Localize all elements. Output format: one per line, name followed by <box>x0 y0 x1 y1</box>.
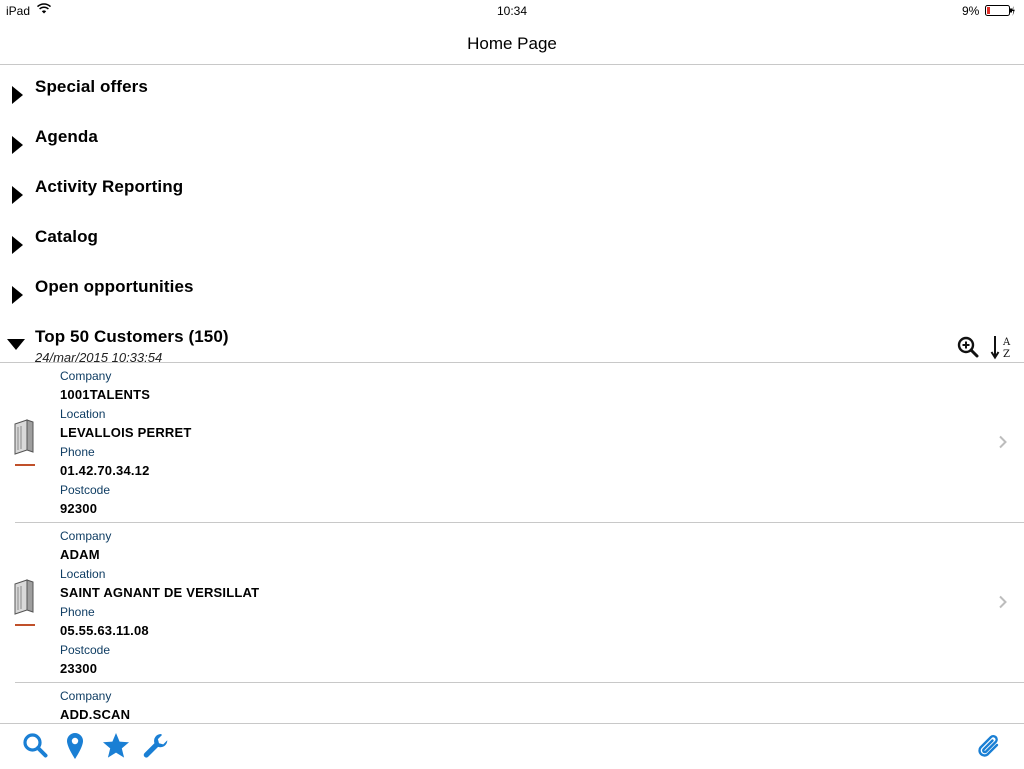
battery-percent: 9% <box>962 4 980 18</box>
phone-value: 01.42.70.34.12 <box>60 463 150 478</box>
section-agenda[interactable]: Agenda <box>0 122 1024 172</box>
phone-value: 05.55.63.11.08 <box>60 623 149 638</box>
navigation-bar: Home Page <box>0 22 1024 65</box>
location-value: LEVALLOIS PERRET <box>60 425 192 440</box>
expand-arrow-icon <box>12 86 23 104</box>
customer-fields: Company ADD.SCAN <box>60 689 130 723</box>
section-label: Activity Reporting <box>35 177 184 196</box>
thumb-underline <box>15 464 35 466</box>
section-open-opportunities[interactable]: Open opportunities <box>0 272 1024 322</box>
location-label: Location <box>60 407 106 421</box>
customer-fields: Company 1001TALENTS Location LEVALLOIS P… <box>60 369 192 521</box>
postcode-label: Postcode <box>60 643 111 657</box>
expand-arrow-icon <box>12 186 23 204</box>
phone-label: Phone <box>60 445 95 459</box>
company-value: ADAM <box>60 547 100 562</box>
section-top-customers[interactable]: Top 50 Customers (150) 24/mar/2015 10:33… <box>0 322 1024 365</box>
location-label: Location <box>60 567 106 581</box>
expand-arrow-icon <box>12 286 23 304</box>
company-value: 1001TALENTS <box>60 387 151 402</box>
section-label: Catalog <box>35 227 99 246</box>
collapse-arrow-icon <box>7 339 25 350</box>
postcode-value: 23300 <box>60 661 98 676</box>
section-activity-reporting[interactable]: Activity Reporting <box>0 172 1024 222</box>
battery-icon <box>985 5 1015 20</box>
section-label: Agenda <box>35 127 98 146</box>
page-title: Home Page <box>467 34 557 53</box>
company-label: Company <box>60 689 112 703</box>
star-icon[interactable] <box>102 732 130 764</box>
section-catalog[interactable]: Catalog <box>0 222 1024 272</box>
expand-arrow-icon <box>12 136 23 154</box>
document-icon <box>12 579 36 620</box>
section-label: Top 50 Customers (150) <box>35 327 229 346</box>
sort-alphabetical-icon[interactable]: A Z <box>990 334 1014 365</box>
wrench-icon[interactable] <box>142 732 170 765</box>
paperclip-icon[interactable] <box>975 732 1003 765</box>
svg-text:A: A <box>1002 337 1011 348</box>
company-value: ADD.SCAN <box>60 707 131 722</box>
postcode-value: 92300 <box>60 501 98 516</box>
location-pin-icon[interactable] <box>66 732 84 765</box>
company-label: Company <box>60 529 112 543</box>
bottom-toolbar <box>0 723 1024 769</box>
thumb-underline <box>15 624 35 626</box>
status-time: 10:34 <box>496 4 528 18</box>
location-value: SAINT AGNANT DE VERSILLAT <box>60 585 260 600</box>
status-bar: iPad 10:34 9% <box>0 0 1024 22</box>
search-icon[interactable] <box>22 732 48 763</box>
expand-arrow-icon <box>12 236 23 254</box>
document-icon <box>12 419 36 460</box>
section-special-offers[interactable]: Special offers <box>0 72 1024 122</box>
postcode-label: Postcode <box>60 483 111 497</box>
zoom-in-icon[interactable] <box>957 336 979 363</box>
customer-row[interactable]: Company ADD.SCAN <box>0 683 1024 723</box>
company-label: Company <box>60 369 112 383</box>
section-label: Special offers <box>35 77 148 96</box>
customer-row[interactable]: Company 1001TALENTS Location LEVALLOIS P… <box>0 363 1024 523</box>
section-label: Open opportunities <box>35 277 194 296</box>
customer-row[interactable]: Company ADAM Location SAINT AGNANT DE VE… <box>0 523 1024 683</box>
svg-text:Z: Z <box>1003 349 1010 360</box>
chevron-right-icon[interactable] <box>998 435 1008 454</box>
customer-fields: Company ADAM Location SAINT AGNANT DE VE… <box>60 529 259 681</box>
chevron-right-icon[interactable] <box>998 595 1008 614</box>
phone-label: Phone <box>60 605 95 619</box>
